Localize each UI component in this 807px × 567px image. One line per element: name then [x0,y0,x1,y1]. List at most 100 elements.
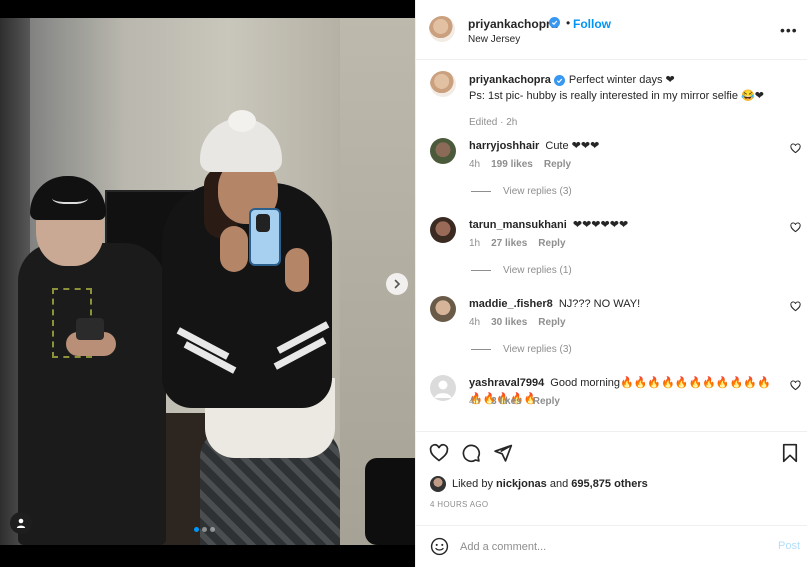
comment-input[interactable] [460,538,760,556]
comment-username[interactable]: yashraval7994 [469,377,544,389]
heart-icon[interactable] [790,301,801,312]
comment-body: ❤❤❤❤❤❤ [572,219,629,231]
post-location[interactable]: New Jersey [468,34,520,45]
caption: priyankachopra Perfect winter days ❤ Ps: … [416,70,807,130]
separator-dot: • [566,16,571,30]
comment-icon[interactable] [461,443,481,463]
post-timestamp[interactable]: 4 HOURS AGO [430,500,488,509]
comment-body: Cute ❤❤❤ [545,140,600,152]
comment-text: harryjoshhair Cute ❤❤❤ [469,138,779,154]
avatar[interactable] [430,217,456,243]
comment-time: 4h [469,159,481,170]
comment-time: 4h [469,317,481,328]
avatar[interactable] [430,296,456,322]
carousel-indicator [194,527,215,532]
reply-button[interactable]: Reply [538,317,565,328]
comment-likes[interactable]: 3 likes [491,396,522,407]
emoji-icon[interactable] [430,537,449,556]
comment-username[interactable]: harryjoshhair [469,140,539,152]
reply-button[interactable]: Reply [544,159,571,170]
likes-others[interactable]: 695,875 others [571,478,647,490]
heart-icon[interactable] [790,143,801,154]
verified-badge-icon [553,75,565,86]
comment-username[interactable]: maddie_.fisher8 [469,298,553,310]
carousel-next-button[interactable] [386,273,408,295]
phone-camera [256,214,270,232]
replies-line [471,349,491,350]
caption-line2: Ps: 1st pic- hubby is really interested … [469,90,764,102]
caption-username[interactable]: priyankachopra [469,74,551,86]
chevron-right-icon [394,279,401,289]
view-replies-button[interactable]: View replies (1) [471,265,572,276]
carousel-dot [202,527,207,532]
comment-meta: 4h 199 likes Reply [469,159,571,170]
beanie-pompom [228,110,256,132]
carousel-dot [194,527,199,532]
comment-body: NJ??? NO WAY! [558,298,641,310]
avatar[interactable] [429,16,455,42]
user-icon [16,518,26,528]
comment: harryjoshhair Cute ❤❤❤ 4h 199 likes Repl… [416,136,807,206]
replies-line [471,191,491,192]
comment-likes[interactable]: 30 likes [491,317,527,328]
avatar[interactable] [430,138,456,164]
view-replies-button[interactable]: View replies (3) [471,186,572,197]
post-username[interactable]: priyankachopra [468,17,557,31]
comment-username[interactable]: tarun_mansukhani [469,219,567,231]
comment-text: maddie_.fisher8 NJ??? NO WAY! [469,296,779,312]
reply-button[interactable]: Reply [533,396,560,407]
comment-meta: 1h 27 likes Reply [469,238,566,249]
post-photo-area [0,0,415,567]
add-comment-bar: Post [416,525,807,567]
comment-meta: 4h 30 likes Reply [469,317,566,328]
caption-line1: Perfect winter days ❤ [568,74,675,86]
verified-badge-icon [549,17,560,28]
comments-list: priyankachopra Perfect winter days ❤ Ps: … [416,60,807,430]
view-replies-label: View replies (3) [503,344,572,355]
comment-text: tarun_mansukhani ❤❤❤❤❤❤ [469,217,779,233]
action-bar [416,431,807,471]
likes-text: Liked by nickjonas and 695,875 others [452,478,648,490]
tagged-users-button[interactable] [10,512,32,534]
comment-time: 4h [469,396,481,407]
post-image[interactable] [0,18,415,545]
follow-button[interactable]: Follow [573,17,611,31]
default-avatar-icon [434,380,452,398]
carousel-dot [210,527,215,532]
view-replies-label: View replies (3) [503,186,572,197]
post-header: priyankachopra • Follow New Jersey ••• [416,0,807,60]
reply-button[interactable]: Reply [538,238,565,249]
comment: yashraval7994 Good morning🔥🔥🔥🔥🔥🔥🔥🔥🔥🔥🔥🔥🔥🔥… [416,373,807,423]
share-icon[interactable] [493,443,513,463]
handbag [365,458,415,545]
post-comment-button[interactable]: Post [778,540,800,552]
cap-logo [52,190,88,204]
replies-line [471,270,491,271]
like-heart-icon[interactable] [429,443,449,463]
comment: tarun_mansukhani ❤❤❤❤❤❤ 1h 27 likes Repl… [416,215,807,285]
view-replies-label: View replies (1) [503,265,572,276]
woman-hand [220,226,248,272]
caption-edited: Edited · 2h [469,117,518,128]
woman-hand [285,248,309,292]
heart-icon[interactable] [790,222,801,233]
caption-meta: Edited · 2h [469,117,517,128]
comment-likes[interactable]: 199 likes [491,159,533,170]
heart-icon[interactable] [790,380,801,391]
comment-likes[interactable]: 27 likes [491,238,527,249]
more-options-button[interactable]: ••• [780,22,798,38]
liked-by-user[interactable]: nickjonas [496,478,547,490]
avatar[interactable] [430,375,456,401]
comment-time: 1h [469,238,481,249]
man-phone [76,318,104,340]
comment-meta: 4h 3 likes Reply [469,396,560,407]
post-side-panel: priyankachopra • Follow New Jersey ••• p… [415,0,807,567]
view-replies-button[interactable]: View replies (3) [471,344,572,355]
man-jacket [18,243,166,545]
avatar[interactable] [430,476,446,492]
bookmark-icon[interactable] [781,443,799,463]
caption-text: priyankachopra Perfect winter days ❤ Ps: … [469,72,779,104]
likes-prefix: Liked by [452,478,493,490]
avatar[interactable] [430,71,456,97]
comment: maddie_.fisher8 NJ??? NO WAY! 4h 30 like… [416,294,807,364]
